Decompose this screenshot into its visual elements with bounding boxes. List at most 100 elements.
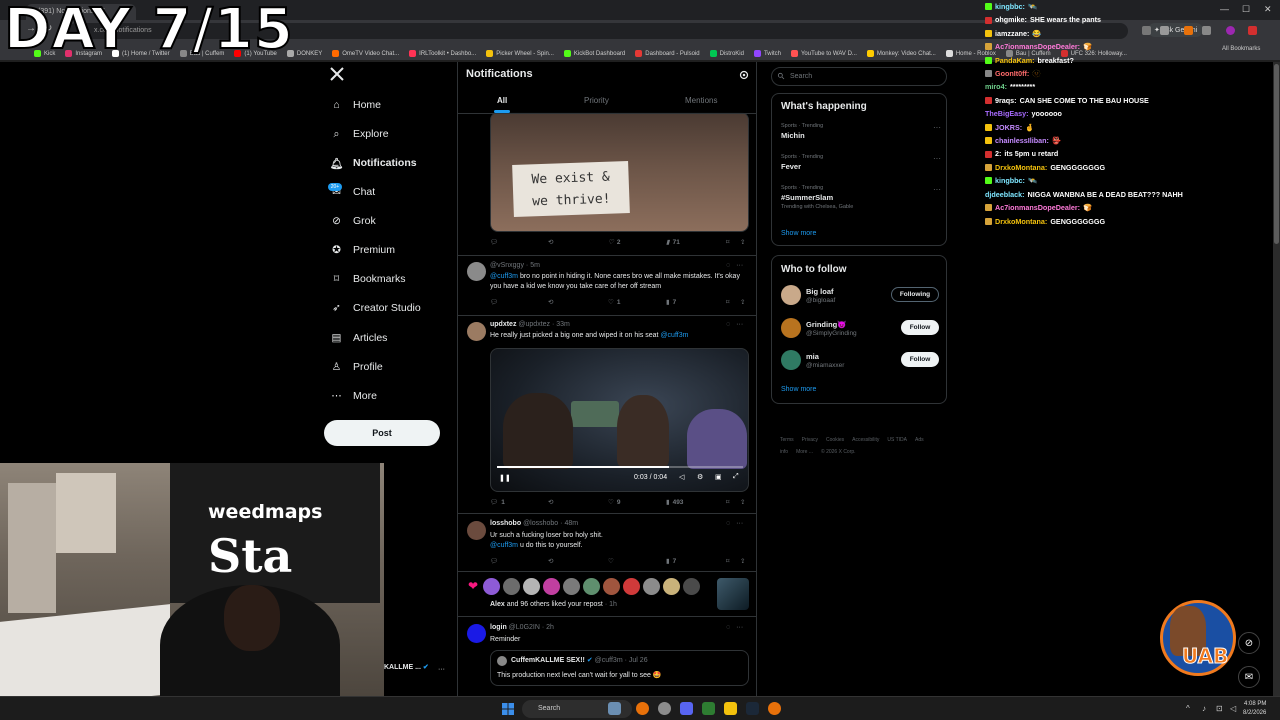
tweet-handle[interactable]: @L0G2IN: [509, 624, 540, 631]
grok-icon[interactable]: ◌: [726, 262, 730, 269]
post-button[interactable]: Post: [324, 420, 440, 446]
avatar[interactable]: [781, 285, 801, 305]
trend-item[interactable]: Sports · Trending Fever ···: [781, 154, 941, 171]
repost-icon[interactable]: ⟲: [548, 498, 553, 506]
avatar[interactable]: [503, 577, 521, 595]
sidebar-item-articles[interactable]: ▤ Articles: [330, 329, 388, 347]
chevron-up-icon[interactable]: ^: [1186, 704, 1190, 713]
tweet-handle[interactable]: @updxtez: [518, 321, 550, 328]
tweet-author[interactable]: updxtez: [490, 321, 516, 328]
tweet-handle[interactable]: @losshobo: [523, 520, 558, 527]
pause-icon[interactable]: ❚❚: [499, 474, 511, 482]
bookmark-item[interactable]: DistroKid: [709, 47, 744, 60]
account-name[interactable]: KALLME ... ✔: [384, 663, 429, 671]
reposted-thumbnail[interactable]: [717, 578, 749, 610]
page-scrollbar[interactable]: [1273, 62, 1280, 696]
follow-button[interactable]: Follow: [901, 320, 939, 335]
grok-icon[interactable]: ◌: [726, 520, 730, 527]
reply-button[interactable]: 💬︎ 1: [490, 498, 505, 507]
volume-icon[interactable]: ◁: [1230, 704, 1236, 713]
discord-icon[interactable]: [680, 702, 693, 715]
sidebar-item-more[interactable]: ⋯ More: [330, 387, 377, 405]
avatar[interactable]: [523, 577, 541, 595]
share-icon[interactable]: ⇪: [740, 238, 745, 246]
avatar[interactable]: [543, 577, 561, 595]
windows-start-icon[interactable]: [502, 703, 514, 715]
like-button[interactable]: ♡ 2: [608, 238, 620, 247]
bookmark-item[interactable]: OmeTV Video Chat...: [332, 47, 399, 60]
tweet-author[interactable]: losshobo: [490, 520, 521, 527]
reply-icon[interactable]: 💬︎: [490, 557, 498, 565]
mute-icon[interactable]: ◁: [679, 473, 684, 481]
avatar[interactable]: [467, 521, 486, 540]
grok-icon[interactable]: ◌: [726, 624, 730, 631]
avatar[interactable]: [467, 624, 486, 643]
sidebar-item-premium[interactable]: ✪ Premium: [330, 241, 395, 259]
avatar[interactable]: [467, 322, 486, 341]
scrollbar-thumb[interactable]: [1274, 64, 1279, 244]
avatar[interactable]: [563, 577, 581, 595]
reply-icon[interactable]: 💬︎: [490, 298, 498, 306]
follow-button[interactable]: Follow: [901, 352, 939, 367]
folder-icon[interactable]: [724, 702, 737, 715]
taskbar-app-icon[interactable]: [702, 702, 715, 715]
gear-icon[interactable]: [738, 69, 750, 81]
bookmark-item[interactable]: Monkey: Video Chat...: [866, 47, 936, 60]
more-icon[interactable]: ···: [736, 262, 743, 269]
search-input[interactable]: Search: [771, 67, 947, 86]
x-logo-icon[interactable]: [329, 66, 345, 82]
like-icon[interactable]: ♡: [608, 557, 614, 565]
views-button[interactable]: ▮ 7: [666, 557, 676, 566]
sidebar-item-notifications[interactable]: 🔔︎ Notifications: [330, 154, 417, 172]
taskbar-clock[interactable]: 4:08 PM 8/2/2026: [1243, 700, 1266, 718]
video-progress-bar[interactable]: [497, 466, 743, 468]
fullscreen-icon[interactable]: ⤢: [733, 473, 739, 481]
sidebar-item-creator-studio[interactable]: ➶ Creator Studio: [330, 299, 421, 317]
tweet-author[interactable]: login: [490, 624, 507, 631]
grok-icon[interactable]: ◌: [726, 321, 730, 328]
chrome-icon[interactable]: [636, 702, 649, 715]
bookmark-icon[interactable]: ⌑: [726, 498, 729, 506]
video-player[interactable]: ❚❚ 0:03 / 0:04 ◁ ⚙ ▣ ⤢: [490, 348, 749, 492]
bookmark-item[interactable]: YouTube to WAV D...: [790, 47, 857, 60]
mention-link[interactable]: @cuff3m: [490, 273, 518, 280]
avatar[interactable]: [603, 577, 621, 595]
footer-link[interactable]: More ...: [796, 449, 813, 455]
avatar[interactable]: [467, 262, 486, 281]
like-button[interactable]: ♡ 9: [608, 498, 620, 507]
show-more-link[interactable]: Show more: [781, 230, 816, 237]
follow-suggestion[interactable]: mia @miamaxxer Follow: [781, 350, 941, 374]
messages-float-icon[interactable]: ✉: [1238, 666, 1260, 688]
views-button[interactable]: ▮ 493: [666, 498, 683, 507]
sidebar-item-grok[interactable]: ⊘ Grok: [330, 212, 376, 230]
share-icon[interactable]: ⇪: [740, 298, 745, 306]
views-button[interactable]: ▮ 71: [666, 238, 680, 247]
avatar[interactable]: [683, 577, 701, 595]
sidebar-item-profile[interactable]: ♙ Profile: [330, 358, 383, 376]
more-icon[interactable]: ···: [933, 154, 941, 163]
bookmark-item[interactable]: Dashboard - Pulsoid: [635, 47, 700, 60]
pip-icon[interactable]: ▣: [715, 473, 722, 481]
taskbar-app-icon[interactable]: [608, 702, 621, 715]
footer-link[interactable]: Terms: [780, 437, 794, 443]
more-icon[interactable]: ···: [736, 321, 743, 328]
footer-link[interactable]: Privacy: [802, 437, 818, 443]
sidebar-item-bookmarks[interactable]: ⌑ Bookmarks: [330, 270, 406, 288]
show-more-link[interactable]: Show more: [781, 386, 816, 393]
follow-suggestion[interactable]: Big loaf @bigloaaf Following: [781, 285, 941, 309]
bookmark-item[interactable]: Twitch: [753, 47, 781, 60]
repost-icon[interactable]: ⟲: [548, 557, 553, 565]
trend-item[interactable]: Sports · Trending #SummerSlam Trending wit…: [781, 185, 941, 210]
mention-link[interactable]: @cuff3m: [490, 542, 518, 549]
follow-suggestion[interactable]: Grinding😈 @SimplyGrinding Follow: [781, 318, 941, 342]
tab-all[interactable]: All: [497, 96, 507, 105]
more-icon[interactable]: ···: [933, 123, 941, 132]
bookmark-item[interactable]: IRLToolkit • Dashbo...: [409, 47, 476, 60]
tweet-handle[interactable]: @vSnxggy: [490, 262, 524, 269]
sidebar-item-explore[interactable]: ⌕ Explore: [330, 125, 389, 143]
mention-link[interactable]: @cuff3m: [660, 332, 688, 339]
avatar[interactable]: [781, 318, 801, 338]
quoted-tweet[interactable]: CuffemKALLME SEX!! ✔ @cuff3m · Jul 26 Th…: [490, 650, 749, 686]
bookmark-icon[interactable]: ⌑: [726, 298, 729, 306]
more-icon[interactable]: ···: [736, 520, 743, 527]
